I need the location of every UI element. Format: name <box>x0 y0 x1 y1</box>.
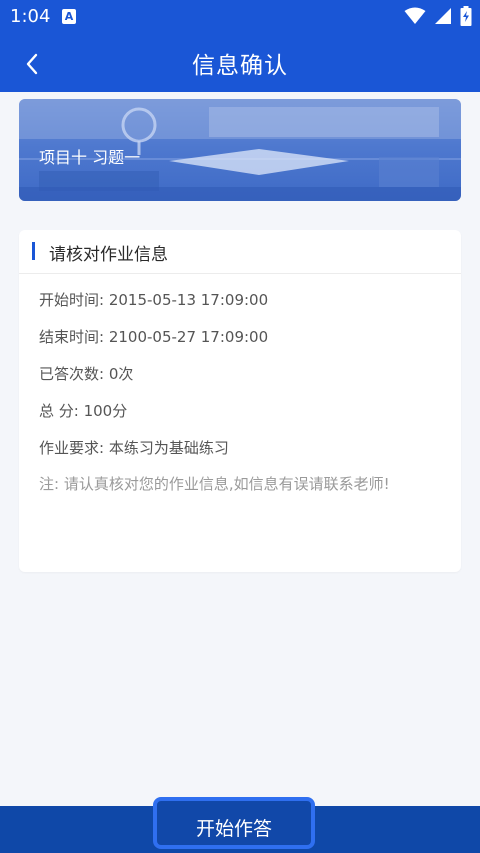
info-card-title: 请核对作业信息 <box>49 245 168 265</box>
info-card: 请核对作业信息 开始时间: 2015-05-13 17:09:00 结束时间: … <box>19 230 461 572</box>
info-card-header: 请核对作业信息 <box>19 230 461 274</box>
attempt-count-row: 已答次数: 0次 <box>39 365 134 383</box>
nav-bar: 信息确认 <box>0 34 480 92</box>
accent-bar <box>32 242 35 260</box>
total-score-row: 总 分: 100分 <box>39 402 128 420</box>
notification-a-icon: A <box>62 9 76 24</box>
page-title: 信息确认 <box>192 53 288 79</box>
battery-charging-icon <box>460 6 472 26</box>
status-icons <box>404 6 472 26</box>
end-time-row: 结束时间: 2100-05-27 17:09:00 <box>39 328 269 346</box>
homework-banner: 项目十 习题一 <box>19 99 461 201</box>
banner-title: 项目十 习题一 <box>39 148 141 167</box>
wifi-icon <box>404 7 426 24</box>
notice-text: 注: 请认真核对您的作业信息,如信息有误请联系老师! <box>39 475 390 493</box>
start-time-row: 开始时间: 2015-05-13 17:09:00 <box>39 291 269 309</box>
start-answer-button[interactable]: 开始作答 <box>153 797 315 849</box>
signal-icon <box>435 8 451 24</box>
status-time: 1:04 <box>10 6 51 27</box>
app-header: 1:04 A 信息确认 <box>0 0 480 92</box>
requirement-row: 作业要求: 本练习为基础练习 <box>39 439 229 457</box>
status-bar: 1:04 A <box>0 0 480 34</box>
